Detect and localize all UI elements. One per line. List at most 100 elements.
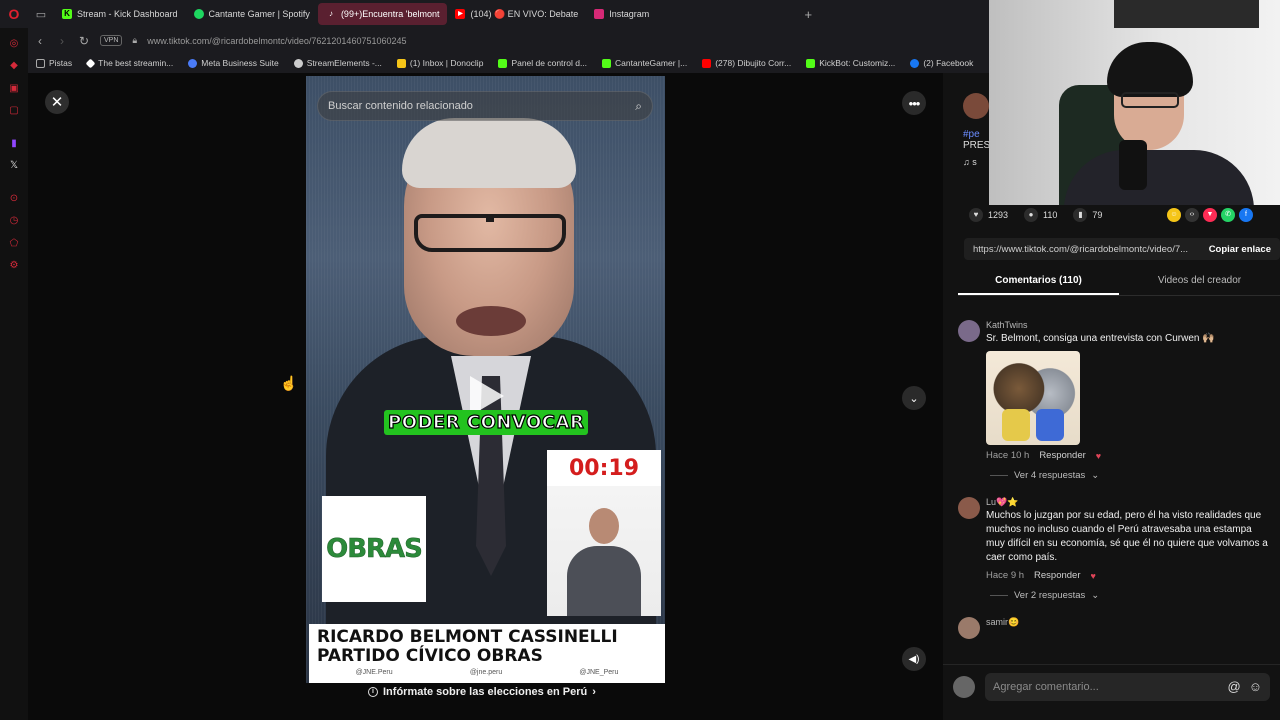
tab-label: Cantante Gamer | Spotify (208, 9, 310, 19)
vpn-badge[interactable]: VPN (100, 35, 123, 46)
bookmark-meta[interactable]: Meta Business Suite (188, 58, 279, 68)
view-replies-button[interactable]: Ver 2 respuestas ⌄ (986, 590, 1280, 601)
divider-icon (0, 122, 28, 132)
new-tab-icon[interactable]: + (797, 7, 819, 22)
tab-label: (99+)Encuentra 'belmont (340, 9, 440, 19)
share-link-url[interactable]: https://www.tiktok.com/@ricardobelmontc/… (973, 244, 1197, 255)
comment-username[interactable]: samir😊 (986, 615, 1280, 629)
facebook-share-icon[interactable]: f (1239, 208, 1253, 222)
close-icon[interactable]: ✕ (45, 90, 69, 114)
tab-youtube[interactable]: ▶ (104) 🔴 EN VIVO: Debate (447, 3, 586, 25)
x-icon[interactable]: 𝕏 (0, 155, 28, 178)
divider-icon (0, 177, 28, 187)
bookmark-label: Pistas (49, 58, 73, 68)
workspaces-icon[interactable]: ▭ (28, 8, 54, 21)
bookmark-label: (1) Inbox | Donoclip (409, 58, 484, 68)
avatar[interactable] (958, 617, 980, 639)
tab-kick-dashboard[interactable]: K Stream - Kick Dashboard (54, 3, 186, 25)
comment-button[interactable]: ● 110 (1024, 208, 1057, 222)
address-bar: ‹ › ↻ VPN 🔒︎ www.tiktok.com/@ricardobelm… (28, 28, 990, 53)
reply-button[interactable]: Responder (1039, 450, 1085, 461)
bookmark-label: (278) Dibujito Corr... (715, 58, 792, 68)
twitch-icon[interactable]: ▮ (0, 132, 28, 155)
volume-icon[interactable]: ◀︎) (902, 647, 926, 671)
view-replies-label: Ver 2 respuestas (1014, 590, 1086, 601)
tiktok-video-viewer: ✕ ••• ⌄ ◀︎) ☝ Buscar contenido relaciona… (28, 73, 943, 720)
chevron-down-icon[interactable]: ⌄ (902, 386, 926, 410)
comment-list: KathTwins Sr. Belmont, consiga una entre… (958, 318, 1280, 643)
streamelements-icon (293, 58, 303, 68)
bookmarks-bar: Pistas The best streamin... Meta Busines… (28, 53, 990, 73)
comment-item: KathTwins Sr. Belmont, consiga una entre… (958, 318, 1280, 481)
chat-icon[interactable]: ▣ (0, 77, 28, 100)
bookmark-kickbot[interactable]: KickBot: Customiz... (806, 58, 895, 68)
url-field[interactable]: www.tiktok.com/@ricardobelmontc/video/76… (147, 36, 406, 46)
comment-username[interactable]: Lu💖⭐ (986, 495, 1280, 509)
share-friends-icon[interactable]: ☺ (1167, 208, 1181, 222)
embed-icon[interactable]: ‹› (1185, 208, 1199, 222)
bookmark-dibujito[interactable]: (278) Dibujito Corr... (702, 58, 791, 68)
like-button[interactable]: ♥ 1293 (969, 208, 1008, 222)
back-icon[interactable]: ‹ (34, 34, 46, 48)
copy-link-button[interactable]: Copiar enlace (1209, 244, 1271, 255)
emoji-icon[interactable]: ☺ (1249, 679, 1262, 694)
view-replies-button[interactable]: Ver 4 respuestas ⌄ (986, 470, 1280, 481)
tab-comments[interactable]: Comentarios (110) (958, 270, 1119, 295)
bookmark-label: StreamElements -... (306, 58, 382, 68)
history-icon[interactable]: ◷ (0, 210, 28, 233)
opera-logo-icon[interactable]: O (0, 0, 28, 28)
chevron-right-icon: › (592, 686, 596, 698)
credit-x: @JNE_Peru (579, 669, 619, 676)
reload-icon[interactable]: ↻ (78, 34, 90, 48)
reply-button[interactable]: Responder (1034, 570, 1080, 581)
info-icon: i (368, 687, 378, 697)
tab-instagram[interactable]: Instagram (586, 3, 657, 25)
avatar[interactable] (958, 320, 980, 342)
bookmark-streamelements[interactable]: StreamElements -... (293, 58, 382, 68)
video-player[interactable]: Buscar contenido relacionado ⌕ PODER CON… (306, 76, 665, 683)
view-replies-label: Ver 4 respuestas (1014, 470, 1086, 481)
bookmark-facebook[interactable]: (2) Facebook (910, 58, 973, 68)
tab-creator-videos[interactable]: Videos del creador (1119, 270, 1280, 295)
comment-username[interactable]: KathTwins (986, 318, 1280, 332)
aria-icon[interactable]: ◎ (0, 32, 28, 55)
comment-text: Sr. Belmont, consiga una entrevista con … (986, 333, 1215, 344)
tab-label: (104) 🔴 EN VIVO: Debate (470, 8, 579, 19)
player-icon[interactable]: ⊙ (0, 187, 28, 210)
spotify-icon (193, 9, 204, 19)
search-icon[interactable]: ⌕ (635, 99, 642, 114)
streamer-glasses (1121, 92, 1179, 108)
settings-icon[interactable]: ⚙ (0, 255, 28, 278)
bookmark-icon (85, 58, 96, 68)
kick-icon (498, 58, 508, 68)
bookmark-label: Meta Business Suite (201, 58, 279, 68)
messenger-icon[interactable]: ◆ (0, 55, 28, 78)
credit-facebook: @JNE.Peru (355, 669, 393, 676)
share-send-icon[interactable]: ▼ (1203, 208, 1217, 222)
bookmark-streaming[interactable]: The best streamin... (85, 58, 173, 68)
comment-sticker (986, 351, 1080, 445)
extensions-icon[interactable]: ⬠ (0, 232, 28, 255)
tab-spotify[interactable]: Cantante Gamer | Spotify (186, 3, 318, 25)
tab-tiktok[interactable]: ♪ (99+)Encuentra 'belmont (317, 3, 448, 25)
save-button[interactable]: ▮ 79 (1073, 208, 1102, 222)
sign-language-interpreter (547, 486, 661, 616)
bookmark-donoclip[interactable]: (1) Inbox | Donoclip (396, 58, 484, 68)
comment-input[interactable]: Agregar comentario... @ ☺ (985, 672, 1270, 701)
forward-icon[interactable]: › (56, 34, 68, 48)
bookmark-pistas[interactable]: Pistas (36, 58, 72, 68)
candidate-name: RICARDO BELMONT CASSINELLI (317, 627, 618, 647)
whatsapp-icon[interactable]: ✆ (1221, 208, 1235, 222)
elections-info-link[interactable]: i Infórmate sobre las elecciones en Perú… (368, 686, 596, 698)
mention-icon[interactable]: @ (1228, 679, 1241, 694)
instagram-sidebar-icon[interactable]: ▢ (0, 100, 28, 123)
creator-avatar[interactable] (963, 93, 989, 119)
more-options-icon[interactable]: ••• (902, 91, 926, 115)
lock-icon[interactable]: 🔒︎ (132, 35, 137, 46)
comment-item: samir😊 (958, 615, 1280, 639)
bookmark-panel[interactable]: Panel de control d... (498, 58, 587, 68)
avatar[interactable] (958, 497, 980, 519)
credits-row: @JNE.Peru @jne.peru @JNE_Peru (317, 669, 657, 676)
bookmark-cantantegamer[interactable]: CantanteGamer |... (602, 58, 687, 68)
related-search-input[interactable]: Buscar contenido relacionado ⌕ (317, 91, 653, 121)
